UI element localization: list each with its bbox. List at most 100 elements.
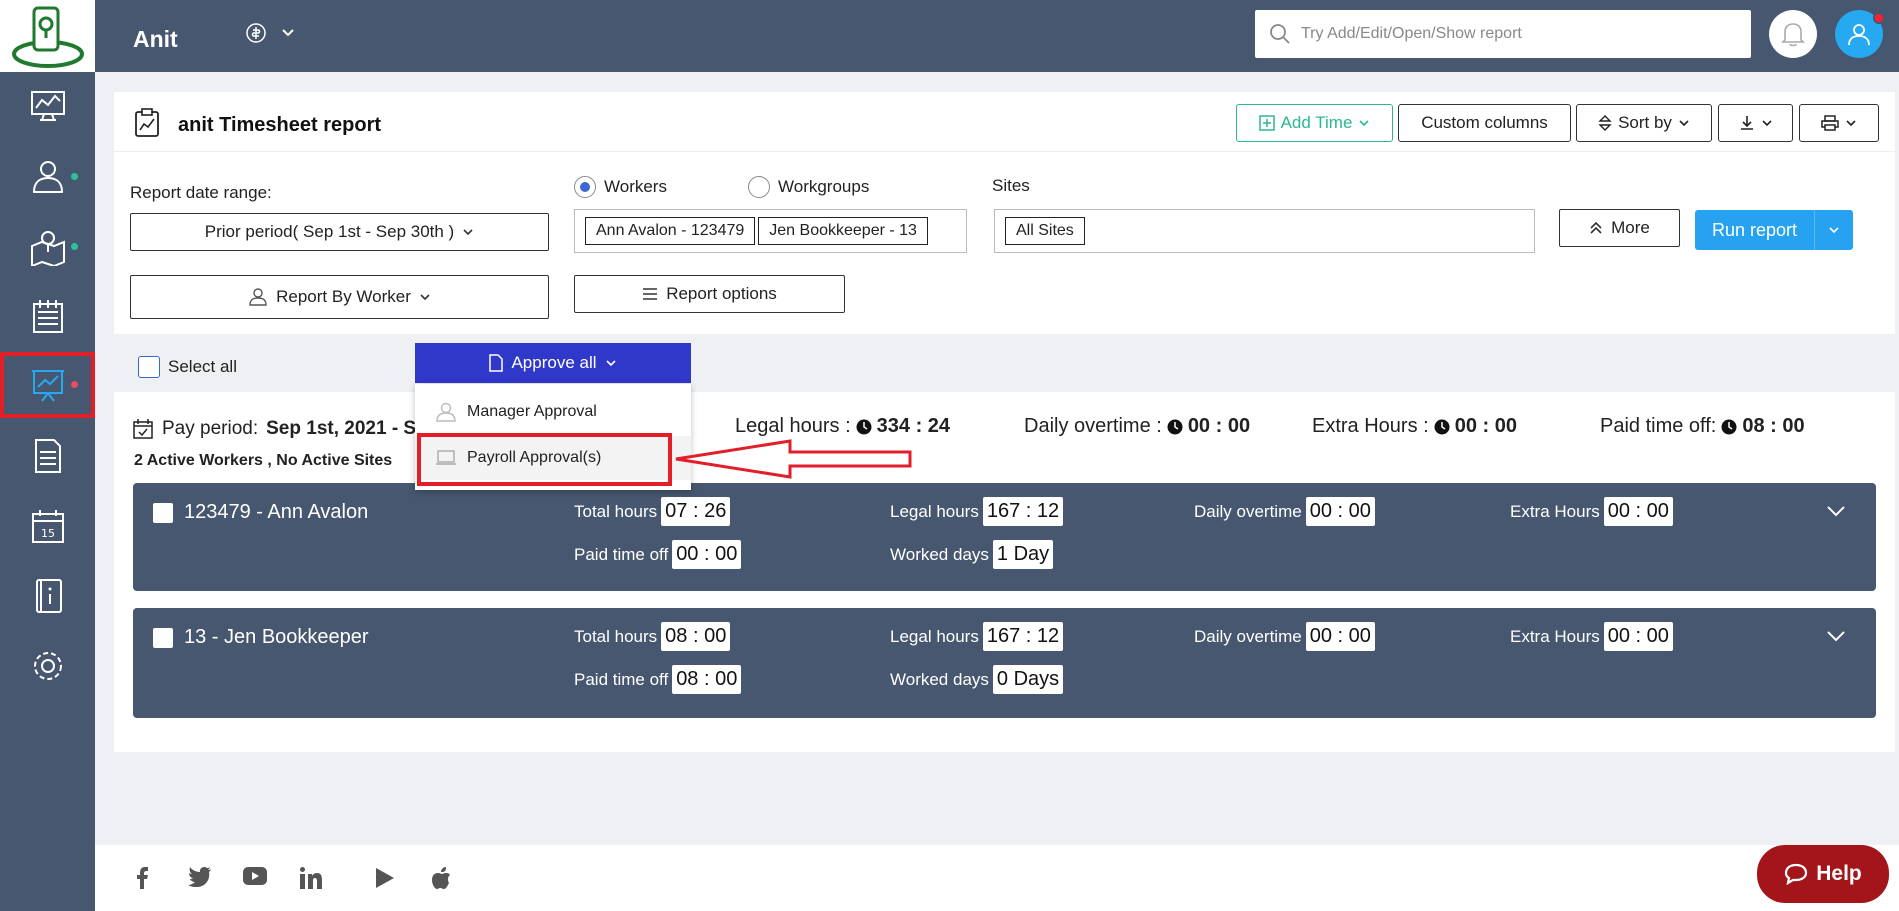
clipboard-icon: [32, 300, 63, 333]
chevron-down-icon[interactable]: [1826, 505, 1846, 517]
app-logo[interactable]: [0, 0, 95, 72]
worker-name: 13 - Jen Bookkeeper: [184, 626, 369, 648]
facebook-icon[interactable]: [135, 867, 149, 889]
workers-multiselect[interactable]: Ann Avalon - 123479 Jen Bookkeeper - 13: [574, 209, 967, 253]
chevron-down-icon[interactable]: [1826, 630, 1846, 642]
gear-icon: [33, 652, 62, 680]
run-report-button[interactable]: Run report: [1695, 210, 1853, 250]
calendar-icon: 15: [31, 510, 64, 543]
add-time-button[interactable]: Add Time: [1236, 104, 1393, 142]
presentation-chart-icon: [31, 370, 64, 402]
print-button[interactable]: [1799, 104, 1879, 142]
annotation-arrow: [675, 439, 912, 479]
top-header: Anit: [95, 0, 1899, 72]
chevron-down-icon: [463, 229, 473, 236]
select-all[interactable]: Select all: [138, 356, 237, 378]
summary-legal-hours: Legal hours : 334 : 24: [735, 415, 951, 437]
report-by-select[interactable]: Report By Worker: [130, 275, 549, 319]
summary-extra-hours: Extra Hours : 00 : 00: [1312, 415, 1517, 437]
worker-total-hours: Total hours 08 : 00: [574, 622, 731, 651]
radio-workgroups[interactable]: Workgroups: [748, 176, 869, 198]
menu-icon: [643, 288, 658, 300]
download-button[interactable]: [1718, 104, 1793, 142]
sort-icon: [1598, 115, 1612, 131]
sidebar-item-sites[interactable]: [0, 214, 95, 278]
pay-period: Pay period: Sep 1st, 2021 - Se: [132, 418, 427, 440]
summary-paid-time-off: Paid time off: 08 : 00: [1600, 415, 1805, 437]
chat-bubble-icon: [1785, 863, 1808, 885]
menu-item-manager-approval[interactable]: Manager Approval: [415, 390, 691, 434]
sort-by-button[interactable]: Sort by: [1576, 104, 1712, 142]
worker-checkbox[interactable]: [153, 628, 173, 648]
chevron-down-icon: [1829, 227, 1839, 234]
user-icon: [249, 288, 267, 306]
chevron-down-icon: [420, 294, 430, 301]
approve-all-button[interactable]: Approve all: [415, 343, 691, 383]
calendar-check-icon: [133, 419, 153, 439]
date-range-select[interactable]: Prior period( Sep 1st - Sep 30th ): [130, 213, 549, 251]
worker-chip[interactable]: Jen Bookkeeper - 13: [758, 217, 928, 245]
twitter-icon[interactable]: [188, 867, 212, 887]
radio-workers-control[interactable]: [574, 176, 596, 198]
sidebar-item-tasks[interactable]: [0, 284, 95, 348]
notification-dot: [71, 381, 78, 388]
sidebar: 15: [0, 0, 95, 911]
apple-icon[interactable]: [432, 867, 452, 889]
sidebar-item-workers[interactable]: [0, 144, 95, 208]
print-icon: [1821, 115, 1839, 131]
worker-card: 123479 - Ann Avalon Total hours 07 : 26 L…: [133, 483, 1876, 591]
footer: [95, 845, 1899, 911]
select-all-checkbox[interactable]: [138, 356, 160, 378]
worker-legal-hours: Legal hours 167 : 12: [890, 622, 1064, 651]
worker-paid-time-off: Paid time off 00 : 00: [574, 540, 742, 569]
sidebar-item-info[interactable]: [0, 564, 95, 628]
site-chip[interactable]: All Sites: [1005, 217, 1085, 245]
svg-text:15: 15: [41, 527, 55, 540]
linkedin-icon[interactable]: [300, 867, 322, 889]
sidebar-item-settings[interactable]: [0, 634, 95, 698]
plus-square-icon: [1258, 115, 1275, 131]
notifications-button[interactable]: [1769, 10, 1817, 58]
highlight-box: [417, 433, 672, 486]
radio-workers[interactable]: Workers: [574, 176, 667, 198]
youtube-icon[interactable]: [243, 867, 267, 885]
clock-icon: [1721, 419, 1737, 434]
chevron-down-icon: [1679, 120, 1689, 127]
monitor-chart-icon: [30, 91, 65, 121]
worker-chip[interactable]: Ann Avalon - 123479: [585, 217, 756, 245]
report-options-button[interactable]: Report options: [574, 275, 845, 313]
worker-worked-days: Worked days 0 Days: [890, 665, 1064, 694]
radio-workgroups-control[interactable]: [748, 176, 770, 198]
search-input[interactable]: [1301, 25, 1721, 43]
document-icon: [489, 354, 504, 372]
sidebar-item-reports[interactable]: [0, 352, 95, 418]
help-button[interactable]: Help: [1757, 845, 1889, 903]
search-box[interactable]: [1255, 10, 1751, 58]
worker-name: 123479 - Ann Avalon: [184, 501, 369, 523]
notification-dot: [71, 173, 78, 180]
worker-checkbox[interactable]: [153, 503, 173, 523]
sidebar-item-calendar[interactable]: 15: [0, 494, 95, 558]
chevron-down-icon: [1761, 120, 1772, 127]
org-name: Anit: [133, 26, 178, 52]
org-switcher[interactable]: [245, 22, 295, 44]
user-icon: [436, 402, 456, 422]
map-pin-icon: [30, 231, 65, 266]
sites-multiselect[interactable]: All Sites: [994, 209, 1535, 253]
sidebar-item-documents[interactable]: [0, 424, 95, 488]
play-store-icon[interactable]: [375, 867, 395, 889]
chevron-down-icon: [1359, 120, 1369, 127]
user-icon: [32, 161, 63, 193]
run-report-dropdown[interactable]: [1814, 210, 1853, 250]
chevron-down-icon: [605, 360, 616, 367]
more-button[interactable]: More: [1559, 209, 1680, 247]
report-title-bar: anit Timesheet report Add Time Custom co…: [114, 92, 1895, 152]
notification-dot: [71, 243, 78, 250]
worker-daily-overtime: Daily overtime 00 : 00: [1194, 622, 1375, 651]
currency-icon: [246, 23, 266, 43]
sidebar-item-dashboard[interactable]: [0, 74, 95, 138]
worker-paid-time-off: Paid time off 08 : 00: [574, 665, 742, 694]
info-book-icon: [35, 579, 62, 613]
custom-columns-button[interactable]: Custom columns: [1398, 104, 1571, 142]
user-avatar[interactable]: [1835, 10, 1885, 58]
